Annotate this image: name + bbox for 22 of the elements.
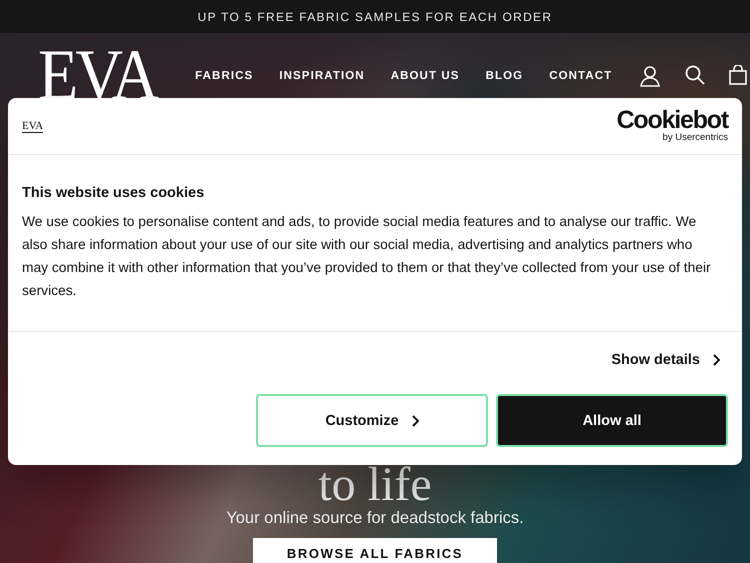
nav-link[interactable]: INSPIRATION bbox=[279, 70, 365, 82]
nav-link[interactable]: FABRICS bbox=[195, 70, 254, 82]
show-details-link[interactable]: Show details bbox=[611, 352, 720, 368]
allow-all-button[interactable]: Allow all bbox=[496, 394, 728, 447]
nav-link[interactable]: BLOG bbox=[486, 70, 524, 82]
account-icon[interactable] bbox=[639, 65, 662, 87]
chevron-right-icon bbox=[712, 354, 720, 366]
browse-fabrics-button[interactable]: BROWSE ALL FABRICS bbox=[252, 538, 498, 563]
brand-name: Cookiebot bbox=[616, 108, 728, 134]
search-icon[interactable] bbox=[685, 65, 706, 87]
dialog-text: We use cookies to personalise content and ads, to provide social media features and to analyse our traffic. We also share information about your use of our site with our social media, advertising and analytics partners who may combine it with other information that you’ve provided to them or that they’ve collected from your use of their services. bbox=[22, 213, 712, 300]
customize-button[interactable]: Customize bbox=[256, 394, 488, 447]
brand-tagline: by Usercentrics bbox=[662, 133, 728, 144]
dialog-logo: EVA bbox=[22, 120, 44, 132]
nav-link[interactable]: CONTACT bbox=[549, 70, 612, 82]
chevron-right-icon bbox=[410, 414, 419, 426]
shopping-bag-icon[interactable] bbox=[729, 65, 748, 87]
nav-link[interactable]: ABOUT US bbox=[390, 70, 460, 82]
dialog-title: This website uses cookies bbox=[22, 185, 206, 201]
hero-heading: to life bbox=[318, 461, 432, 505]
announcement-bar: UP TO 5 FREE FABRIC SAMPLES FOR EACH ORDER bbox=[0, 0, 750, 33]
hero-subtitle: Your online source for deadstock fabrics. bbox=[226, 509, 524, 528]
